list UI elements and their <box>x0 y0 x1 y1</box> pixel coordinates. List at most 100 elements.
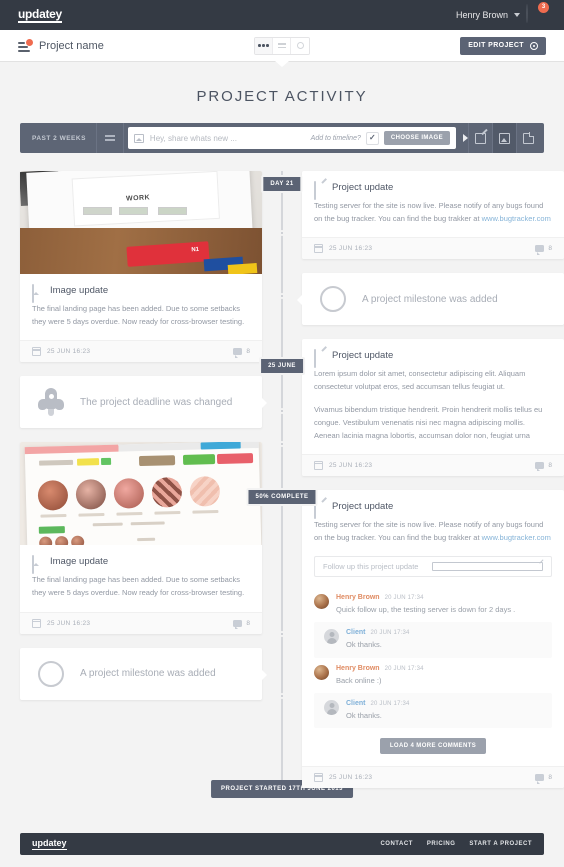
project-identity: Project name <box>18 38 104 52</box>
divider <box>122 123 124 153</box>
project-list-icon <box>18 38 33 52</box>
comment-bubble-icon <box>535 461 545 472</box>
avatar-image <box>526 4 528 23</box>
circle-milestone-icon <box>320 286 346 313</box>
card-header: Project update <box>302 171 564 200</box>
card-image-update-2[interactable]: Image update The final landing page has … <box>20 442 262 634</box>
activity-composer: PAST 2 WEEKS Hey, share whats new ... Ad… <box>20 123 544 153</box>
comment-item: Client 20 JUN 17:34 Ok thanks. <box>314 622 552 658</box>
notification-badge[interactable]: 3 <box>538 2 549 13</box>
card-project-update-3[interactable]: Project update Testing server for the si… <box>302 489 564 789</box>
comment-count-group[interactable]: 8 <box>233 619 250 629</box>
chevron-down-icon[interactable] <box>514 13 520 17</box>
event-text: A project milestone was added <box>362 293 498 305</box>
composer-tool-image-button[interactable] <box>492 123 516 153</box>
user-name-label: Henry Brown <box>455 10 508 20</box>
comment-author[interactable]: Client <box>346 629 365 636</box>
comment-author[interactable]: Henry Brown <box>336 665 380 672</box>
follow-up-input[interactable]: Follow up this project update <box>314 556 552 578</box>
composer-placeholder[interactable]: Hey, share whats new ... <box>150 134 311 143</box>
edit-project-button[interactable]: EDIT PROJECT <box>460 36 546 55</box>
card-header: Project update <box>302 490 564 519</box>
load-more-comments-button[interactable]: LOAD 4 MORE COMMENTS <box>379 738 487 755</box>
card-paragraph-1: Lorem ipsum dolor sit amet, consectetur … <box>314 369 526 392</box>
add-to-timeline-checkbox[interactable]: ✓ <box>365 131 379 145</box>
calendar-icon <box>32 347 41 357</box>
view-mode-toggle[interactable] <box>254 36 310 55</box>
card-milestone-1[interactable]: A project milestone was added <box>297 273 564 326</box>
avatar[interactable]: 3 <box>526 2 549 25</box>
pencil-icon[interactable] <box>432 562 543 572</box>
view-mode-dots-button[interactable] <box>255 37 273 54</box>
bugtracker-link[interactable]: www.bugtracker.com <box>482 533 551 542</box>
card-project-update-2[interactable]: Project update Lorem ipsum dolor sit ame… <box>302 339 564 476</box>
card-header: Image update <box>20 274 262 303</box>
choose-image-button[interactable]: CHOOSE IMAGE <box>383 131 450 145</box>
card-deadline-changed[interactable]: The project deadline was changed <box>20 376 267 429</box>
timeline-marker-50percent[interactable]: 50% COMPLETE <box>246 488 318 506</box>
comment-count-group[interactable]: 8 <box>535 245 552 255</box>
event-text: The project deadline was changed <box>80 396 233 408</box>
comment-bubble-icon <box>233 348 243 358</box>
view-mode-list-button[interactable] <box>273 37 291 54</box>
check-icon: ✓ <box>369 133 376 142</box>
timeline-node <box>279 631 285 637</box>
calendar-icon <box>314 460 323 470</box>
bugtracker-link[interactable]: www.bugtracker.com <box>482 214 551 223</box>
circle-icon <box>296 42 304 49</box>
timeline-marker-day21[interactable]: DAY 21 <box>261 175 303 193</box>
card-image-update-1[interactable]: WORK N1 Image update The final landing p… <box>20 171 262 363</box>
footer-link-pricing[interactable]: PRICING <box>427 841 456 847</box>
list-icon <box>277 43 286 48</box>
card-body: Lorem ipsum dolor sit amet, consectetur … <box>302 367 564 454</box>
logo-underline <box>32 848 67 850</box>
footer-link-contact[interactable]: CONTACT <box>380 841 412 847</box>
card-title: Image update <box>50 285 109 296</box>
card-title: Project update <box>332 350 394 362</box>
gear-icon <box>530 41 538 50</box>
composer-input-wrap[interactable]: Hey, share whats new ... Add to timeline… <box>127 127 456 149</box>
document-icon <box>523 132 535 144</box>
timeline-marker-june25[interactable]: 25 JUNE <box>259 357 305 375</box>
calendar-icon <box>314 244 323 254</box>
avatar <box>314 594 329 610</box>
pencil-icon <box>314 349 325 369</box>
comment-bubble-icon <box>535 774 545 784</box>
footer-link-start-a-project[interactable]: START A PROJECT <box>469 841 532 847</box>
comment-count-group[interactable]: 8 <box>535 774 552 784</box>
card-date: 25 JUN 16:23 <box>47 619 91 627</box>
view-mode-circle-button[interactable] <box>291 37 309 54</box>
page-title: PROJECT ACTIVITY <box>196 88 368 105</box>
comment-date: 20 JUN 17:34 <box>370 700 410 707</box>
edit-project-label: EDIT PROJECT <box>468 42 524 49</box>
comment-bubble-icon <box>535 245 545 255</box>
avatar <box>324 699 339 715</box>
filter-icon[interactable] <box>97 134 123 142</box>
timeline-node <box>279 230 285 236</box>
composer-tool-text-button[interactable] <box>468 123 492 153</box>
date-range-label[interactable]: PAST 2 WEEKS <box>24 135 96 142</box>
user-menu[interactable]: Henry Brown 3 <box>455 2 549 25</box>
brand-logo[interactable]: updatey <box>18 7 62 23</box>
card-header: Project update <box>302 339 564 369</box>
brand-logo-text: updatey <box>18 7 62 21</box>
timeline-column-left: WORK N1 Image update The final landing p… <box>0 171 267 788</box>
comment-date: 20 JUN 17:34 <box>370 630 410 637</box>
comment-author[interactable]: Client <box>346 700 365 707</box>
card-milestone-2[interactable]: A project milestone was added <box>20 647 267 700</box>
card-project-update-1[interactable]: Project update Testing server for the si… <box>302 171 564 260</box>
comment-text: Ok thanks. <box>346 640 382 650</box>
card-photo-food-site <box>20 442 262 546</box>
follow-up-placeholder: Follow up this project update <box>323 562 419 572</box>
card-photo-laptop-desk: WORK N1 <box>20 171 262 274</box>
comment-date: 20 JUN 17:34 <box>384 665 424 672</box>
comment-count-group[interactable]: 8 <box>233 348 250 358</box>
card-header: Image update <box>20 545 262 575</box>
composer-tool-file-button[interactable] <box>516 123 540 153</box>
comment-author[interactable]: Henry Brown <box>336 594 380 601</box>
footer-logo[interactable]: updatey <box>32 838 67 850</box>
comment-count-group[interactable]: 8 <box>535 461 552 472</box>
pencil-icon <box>314 181 325 200</box>
comment-count: 8 <box>246 619 250 627</box>
app-root: updatey Henry Brown 3 Project name EDIT … <box>0 0 564 867</box>
